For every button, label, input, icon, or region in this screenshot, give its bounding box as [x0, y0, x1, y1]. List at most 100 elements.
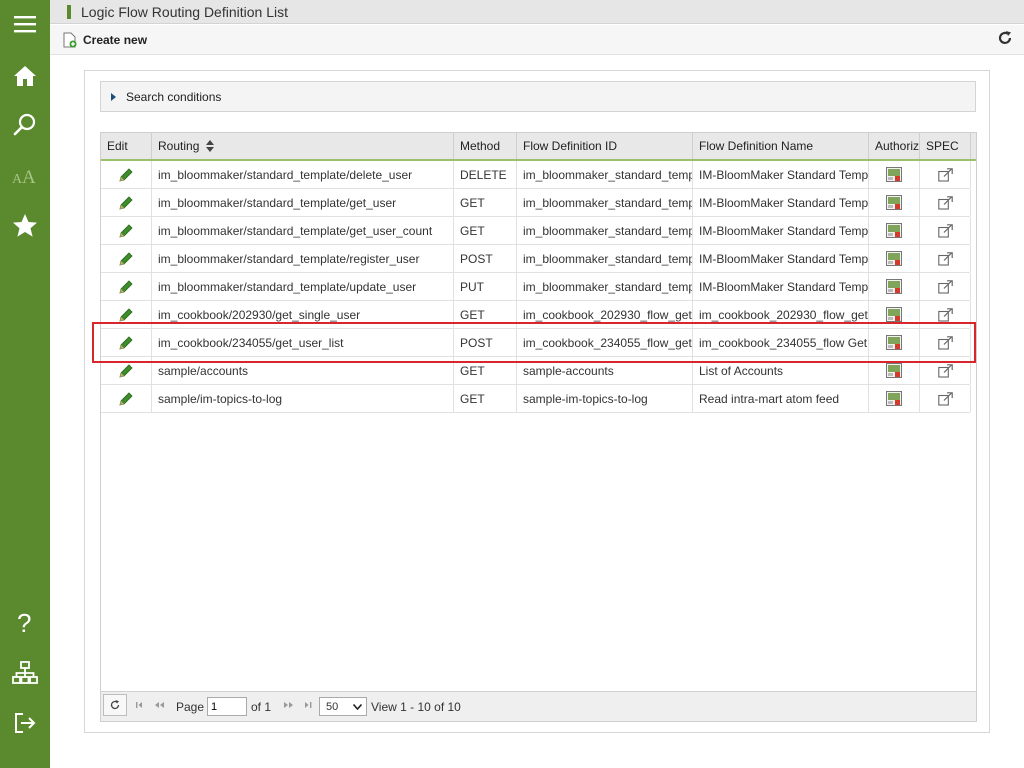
- pager: Page of 1 50 View 1 - 10 of 10: [101, 691, 976, 721]
- edit-pencil-icon[interactable]: [101, 357, 152, 384]
- cell-routing: im_cookbook/202930/get_single_user: [152, 301, 454, 328]
- spec-external-link-icon[interactable]: [920, 245, 971, 272]
- page-count-label: of 1: [251, 700, 272, 714]
- cell-flow-id: im_bloommaker_standard_temp: [517, 217, 693, 244]
- cell-flow-name: IM-BloomMaker Standard Temp: [693, 161, 869, 188]
- page-label: Page: [176, 700, 205, 714]
- edit-pencil-icon[interactable]: [101, 161, 152, 188]
- last-page-icon[interactable]: [303, 701, 313, 709]
- table-row[interactable]: im_bloommaker/standard_template/delete_u…: [101, 161, 971, 189]
- cell-method: POST: [454, 245, 517, 272]
- table-row[interactable]: sample/im-topics-to-log GET sample-im-topi…: [101, 385, 971, 413]
- svg-text:A: A: [22, 167, 36, 186]
- authorization-icon[interactable]: [869, 329, 920, 356]
- search-icon[interactable]: [0, 103, 50, 147]
- table-row[interactable]: im_bloommaker/standard_template/get_user…: [101, 189, 971, 217]
- create-new-label: Create new: [83, 33, 148, 47]
- sitemap-icon[interactable]: [0, 651, 50, 695]
- cell-flow-name: im_cookbook_202930_flow_get: [693, 301, 869, 328]
- grid-header: Edit Routing Method Flow Definition ID F…: [101, 133, 976, 161]
- column-header-routing[interactable]: Routing: [152, 133, 454, 159]
- cell-flow-name: IM-BloomMaker Standard Temp: [693, 273, 869, 300]
- table-row[interactable]: im_bloommaker/standard_template/update_u…: [101, 273, 971, 301]
- cell-flow-name: Read intra-mart atom feed: [693, 385, 869, 412]
- cell-method: GET: [454, 301, 517, 328]
- column-header-authorization[interactable]: Authoriz: [869, 133, 920, 159]
- cell-routing: im_bloommaker/standard_template/get_user: [152, 189, 454, 216]
- search-conditions-label: Search conditions: [126, 90, 222, 104]
- logout-icon[interactable]: [0, 701, 50, 745]
- toolbar: Create new: [50, 25, 1024, 55]
- prev-page-icon[interactable]: [153, 701, 167, 709]
- spec-external-link-icon[interactable]: [920, 329, 971, 356]
- chevron-down-icon: [353, 704, 362, 710]
- reload-icon: [110, 700, 120, 710]
- authorization-icon[interactable]: [869, 217, 920, 244]
- cell-flow-id: im_bloommaker_standard_temp: [517, 189, 693, 216]
- page-size-value: 50: [326, 701, 339, 713]
- pager-reload-button[interactable]: [103, 694, 127, 716]
- column-header-flow-name[interactable]: Flow Definition Name: [693, 133, 869, 159]
- refresh-icon[interactable]: [998, 31, 1012, 48]
- column-header-spec[interactable]: SPEC: [920, 133, 971, 159]
- favorites-star-icon[interactable]: [0, 203, 50, 247]
- authorization-icon[interactable]: [869, 161, 920, 188]
- create-new-button[interactable]: Create new: [63, 30, 147, 50]
- sort-icon: [205, 140, 214, 152]
- home-icon[interactable]: [0, 54, 50, 98]
- new-document-icon: [63, 32, 77, 48]
- edit-pencil-icon[interactable]: [101, 217, 152, 244]
- authorization-icon[interactable]: [869, 301, 920, 328]
- routing-grid: Edit Routing Method Flow Definition ID F…: [100, 132, 977, 722]
- edit-pencil-icon[interactable]: [101, 329, 152, 356]
- spec-external-link-icon[interactable]: [920, 301, 971, 328]
- column-header-method[interactable]: Method: [454, 133, 517, 159]
- authorization-icon[interactable]: [869, 357, 920, 384]
- cell-routing: im_bloommaker/standard_template/register…: [152, 245, 454, 272]
- cell-flow-id: im_bloommaker_standard_temp: [517, 245, 693, 272]
- authorization-icon[interactable]: [869, 385, 920, 412]
- spec-external-link-icon[interactable]: [920, 273, 971, 300]
- cell-routing: im_bloommaker/standard_template/update_u…: [152, 273, 454, 300]
- table-row[interactable]: im_cookbook/234055/get_user_list POST im_c…: [101, 329, 971, 357]
- edit-pencil-icon[interactable]: [101, 273, 152, 300]
- page-number-input[interactable]: [207, 697, 247, 716]
- first-page-icon[interactable]: [136, 701, 146, 709]
- cell-flow-id: im_cookbook_234055_flow_get: [517, 329, 693, 356]
- edit-pencil-icon[interactable]: [101, 189, 152, 216]
- edit-pencil-icon[interactable]: [101, 385, 152, 412]
- cell-method: DELETE: [454, 161, 517, 188]
- authorization-icon[interactable]: [869, 189, 920, 216]
- svg-text:?: ?: [17, 609, 31, 635]
- cell-method: GET: [454, 357, 517, 384]
- cell-method: GET: [454, 217, 517, 244]
- edit-pencil-icon[interactable]: [101, 301, 152, 328]
- next-page-icon[interactable]: [281, 701, 295, 709]
- table-row[interactable]: im_bloommaker/standard_template/register…: [101, 245, 971, 273]
- help-icon[interactable]: ?: [0, 600, 50, 644]
- spec-external-link-icon[interactable]: [920, 385, 971, 412]
- spec-external-link-icon[interactable]: [920, 189, 971, 216]
- spec-external-link-icon[interactable]: [920, 217, 971, 244]
- spec-external-link-icon[interactable]: [920, 357, 971, 384]
- cell-flow-id: sample-im-topics-to-log: [517, 385, 693, 412]
- authorization-icon[interactable]: [869, 273, 920, 300]
- edit-pencil-icon[interactable]: [101, 245, 152, 272]
- table-row[interactable]: im_cookbook/202930/get_single_user GET im_…: [101, 301, 971, 329]
- cell-routing: im_bloommaker/standard_template/get_user…: [152, 217, 454, 244]
- cell-flow-id: im_cookbook_202930_flow_get: [517, 301, 693, 328]
- column-header-flow-id[interactable]: Flow Definition ID: [517, 133, 693, 159]
- table-row[interactable]: sample/accounts GET sample-accounts List of…: [101, 357, 971, 385]
- font-size-icon[interactable]: AA: [0, 154, 50, 198]
- authorization-icon[interactable]: [869, 245, 920, 272]
- page-title: Logic Flow Routing Definition List: [81, 4, 288, 20]
- cell-flow-name: IM-BloomMaker Standard Temp: [693, 245, 869, 272]
- search-conditions-toggle[interactable]: Search conditions: [100, 81, 976, 112]
- table-row[interactable]: im_bloommaker/standard_template/get_user…: [101, 217, 971, 245]
- main-panel: Search conditions Edit Routing Method Fl…: [84, 70, 990, 733]
- menu-icon[interactable]: [0, 2, 50, 46]
- cell-method: POST: [454, 329, 517, 356]
- page-size-select[interactable]: 50: [319, 697, 367, 716]
- cell-method: PUT: [454, 273, 517, 300]
- spec-external-link-icon[interactable]: [920, 161, 971, 188]
